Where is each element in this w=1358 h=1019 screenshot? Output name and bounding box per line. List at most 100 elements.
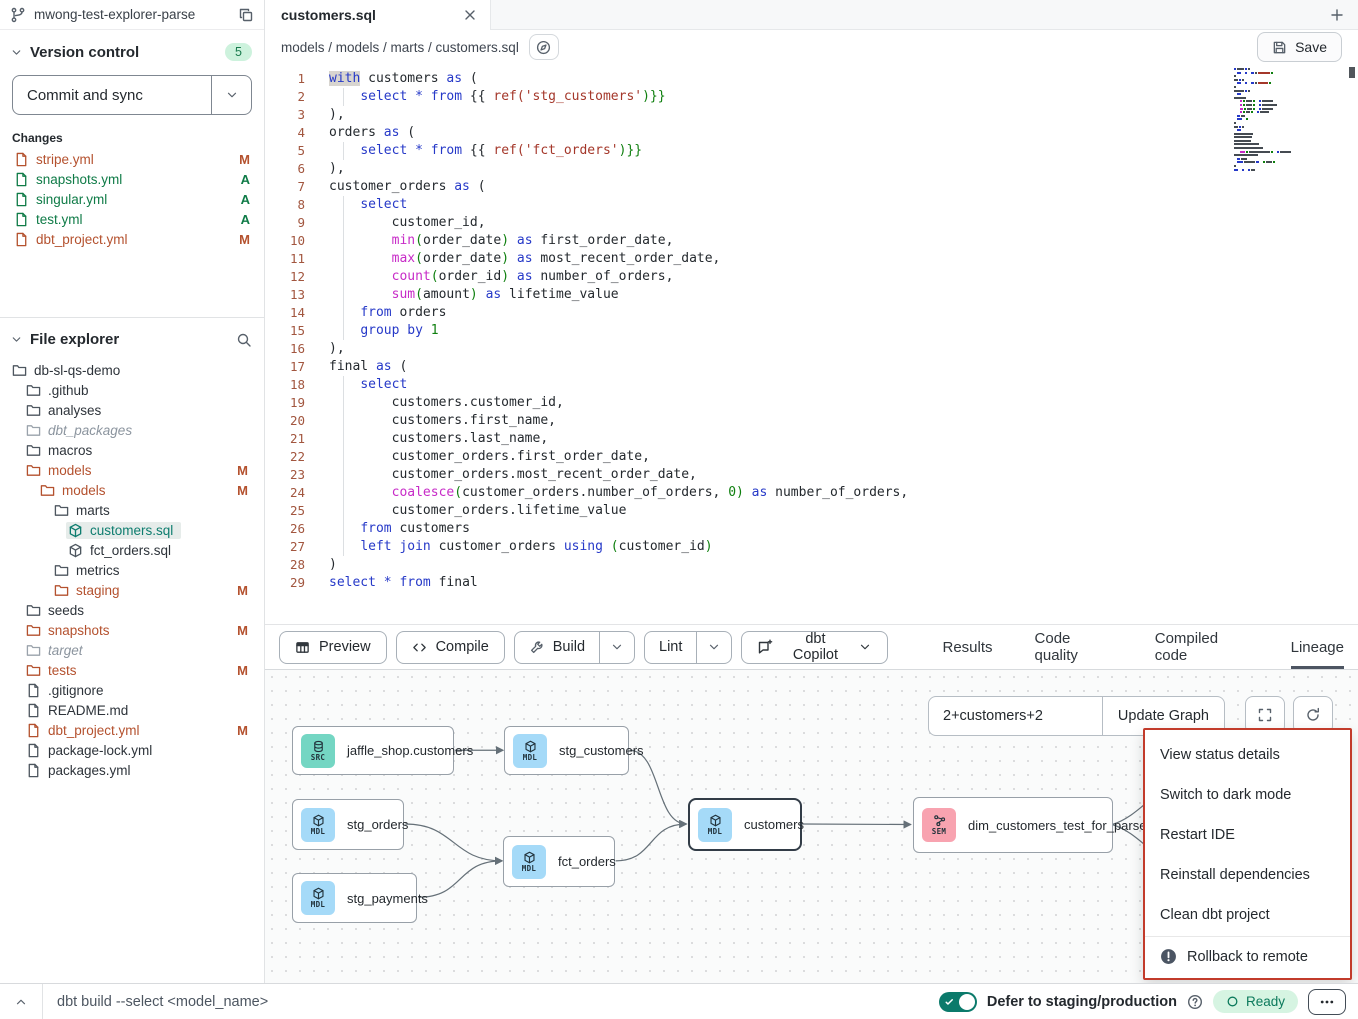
- badge-label: SEM: [932, 827, 946, 836]
- search-icon[interactable]: [236, 332, 252, 348]
- editor-scrollbar-thumb[interactable]: [1349, 67, 1355, 78]
- lineage-node-stg-orders[interactable]: MDLstg_orders: [292, 799, 404, 850]
- lint-button[interactable]: Lint: [645, 632, 696, 663]
- open-in-explorer-button[interactable]: [529, 34, 559, 60]
- mdl-icon: [312, 814, 325, 827]
- defer-toggle[interactable]: [939, 992, 977, 1012]
- code-line: from customers: [329, 520, 1358, 538]
- compile-button[interactable]: Compile: [396, 631, 505, 664]
- menu-item-restart-ide[interactable]: Restart IDE: [1145, 815, 1350, 855]
- code-line: with customers as (: [329, 70, 1358, 88]
- change-status-letter: A: [241, 192, 250, 207]
- menu-item-view-status-details[interactable]: View status details: [1145, 735, 1350, 775]
- file-tree-item-analyses[interactable]: analyses: [0, 400, 264, 420]
- file-tree-item-staging[interactable]: stagingM: [0, 580, 264, 600]
- mdl-badge: MDL: [301, 808, 335, 842]
- code-line: select: [329, 196, 1358, 214]
- close-tab-icon[interactable]: [462, 7, 478, 23]
- file-tree-item-macros[interactable]: macros: [0, 440, 264, 460]
- menu-item-reinstall-dependencies[interactable]: Reinstall dependencies: [1145, 855, 1350, 895]
- file-icon: [26, 703, 41, 718]
- lineage-node-customers[interactable]: MDLcustomers: [688, 798, 802, 851]
- mdl-icon: [312, 887, 325, 900]
- tab-compiled-code[interactable]: Compiled code: [1155, 625, 1249, 669]
- changed-file-row[interactable]: dbt_project.ymlM: [0, 229, 264, 249]
- lineage-selector-input[interactable]: [929, 697, 1102, 735]
- changed-file-row[interactable]: snapshots.ymlA: [0, 169, 264, 189]
- code-content[interactable]: with customers as ( select * from {{ ref…: [321, 64, 1358, 624]
- commit-and-sync-button[interactable]: Commit and sync: [12, 75, 252, 115]
- file-tree-item-customers-sql[interactable]: customers.sql: [0, 520, 264, 540]
- code-line: select: [329, 376, 1358, 394]
- file-tree-item-db-sl-qs-demo[interactable]: db-sl-qs-demo: [0, 360, 264, 380]
- lint-options-chevron[interactable]: [696, 632, 731, 663]
- changed-file-row[interactable]: singular.ymlA: [0, 189, 264, 209]
- change-status-letter: M: [237, 483, 264, 498]
- menu-item-clean-dbt-project[interactable]: Clean dbt project: [1145, 895, 1350, 935]
- lineage-node-fct-orders[interactable]: MDLfct_orders: [503, 836, 615, 887]
- build-button[interactable]: Build: [515, 632, 599, 663]
- code-line: from orders: [329, 304, 1358, 322]
- copilot-chat-icon: [757, 639, 773, 655]
- menu-item-switch-to-dark-mode[interactable]: Switch to dark mode: [1145, 775, 1350, 815]
- chevron-down-icon[interactable]: [10, 46, 23, 59]
- tab-customers-sql[interactable]: customers.sql: [265, 0, 491, 30]
- changed-file-row[interactable]: stripe.ymlM: [0, 149, 264, 169]
- line-number-gutter: 1234567891011121314151617181920212223242…: [265, 64, 321, 624]
- code-line: left join customer_orders using (custome…: [329, 538, 1358, 556]
- chevron-down-icon[interactable]: [10, 333, 23, 346]
- node-label: fct_orders: [558, 854, 616, 869]
- file-tree-item-readme-md[interactable]: README.md: [0, 700, 264, 720]
- file-tree-item-target[interactable]: target: [0, 640, 264, 660]
- chevron-up-icon: [14, 995, 28, 1009]
- file-tree-item-models[interactable]: modelsM: [0, 460, 264, 480]
- file-tree-item-marts[interactable]: marts: [0, 500, 264, 520]
- command-input[interactable]: dbt build --select <model_name>: [57, 994, 268, 1010]
- file-tree-item-dbt-packages[interactable]: dbt_packages: [0, 420, 264, 440]
- file-tree-item-seeds[interactable]: seeds: [0, 600, 264, 620]
- change-status-letter: M: [237, 623, 264, 638]
- changed-file-row[interactable]: test.ymlA: [0, 209, 264, 229]
- file-tree-item-snapshots[interactable]: snapshotsM: [0, 620, 264, 640]
- save-icon: [1272, 40, 1287, 55]
- dbt-copilot-button[interactable]: dbt Copilot: [741, 631, 887, 664]
- menu-item-rollback-to-remote[interactable]: Rollback to remote: [1145, 936, 1350, 976]
- lineage-node-stg-customers[interactable]: MDLstg_customers: [504, 726, 629, 775]
- tab-lineage[interactable]: Lineage: [1291, 625, 1344, 669]
- line-number: 4: [265, 124, 305, 142]
- help-icon[interactable]: [1187, 994, 1203, 1010]
- file-tree-item-packages-yml[interactable]: packages.yml: [0, 760, 264, 780]
- file-tree-item-metrics[interactable]: metrics: [0, 560, 264, 580]
- file-tree-item-models[interactable]: modelsM: [0, 480, 264, 500]
- copy-icon[interactable]: [238, 7, 254, 23]
- sem-badge: SEM: [922, 808, 956, 842]
- commit-options-chevron[interactable]: [211, 76, 251, 114]
- preview-button[interactable]: Preview: [279, 631, 387, 664]
- file-tree-item--gitignore[interactable]: .gitignore: [0, 680, 264, 700]
- file-tree-item-tests[interactable]: testsM: [0, 660, 264, 680]
- lineage-node-stg-payments[interactable]: MDLstg_payments: [292, 873, 417, 923]
- code-line: max(order_date) as most_recent_order_dat…: [329, 250, 1358, 268]
- lint-split-button: Lint: [644, 631, 732, 664]
- file-tree-item-package-lock-yml[interactable]: package-lock.yml: [0, 740, 264, 760]
- expand-command-bar-button[interactable]: [0, 984, 42, 1019]
- build-options-chevron[interactable]: [599, 632, 634, 663]
- chevron-down-icon: [707, 640, 721, 654]
- file-explorer-title: File explorer: [30, 331, 229, 348]
- new-tab-button[interactable]: [1316, 0, 1358, 29]
- breadcrumb-row: models / models / marts / customers.sql …: [265, 30, 1358, 64]
- lineage-node-jaffle-shop-customers[interactable]: SRCjaffle_shop.customers: [292, 726, 454, 775]
- file-tree-item-fct-orders-sql[interactable]: fct_orders.sql: [0, 540, 264, 560]
- badge-label: SRC: [311, 753, 325, 762]
- node-label: customers: [744, 817, 804, 832]
- changed-file-name: test.yml: [36, 212, 234, 227]
- code-editor[interactable]: 1234567891011121314151617181920212223242…: [265, 64, 1358, 624]
- tab-code-quality[interactable]: Code quality: [1035, 625, 1113, 669]
- tab-results[interactable]: Results: [943, 625, 993, 669]
- file-tree-item--github[interactable]: .github: [0, 380, 264, 400]
- save-button[interactable]: Save: [1257, 32, 1342, 62]
- file-tree-item-dbt-project-yml[interactable]: dbt_project.ymlM: [0, 720, 264, 740]
- more-options-button[interactable]: [1308, 989, 1346, 1015]
- lineage-node-dim-customers-test-for-parse[interactable]: SEMdim_customers_test_for_parse: [913, 797, 1113, 853]
- status-ready-badge[interactable]: Ready: [1213, 990, 1298, 1013]
